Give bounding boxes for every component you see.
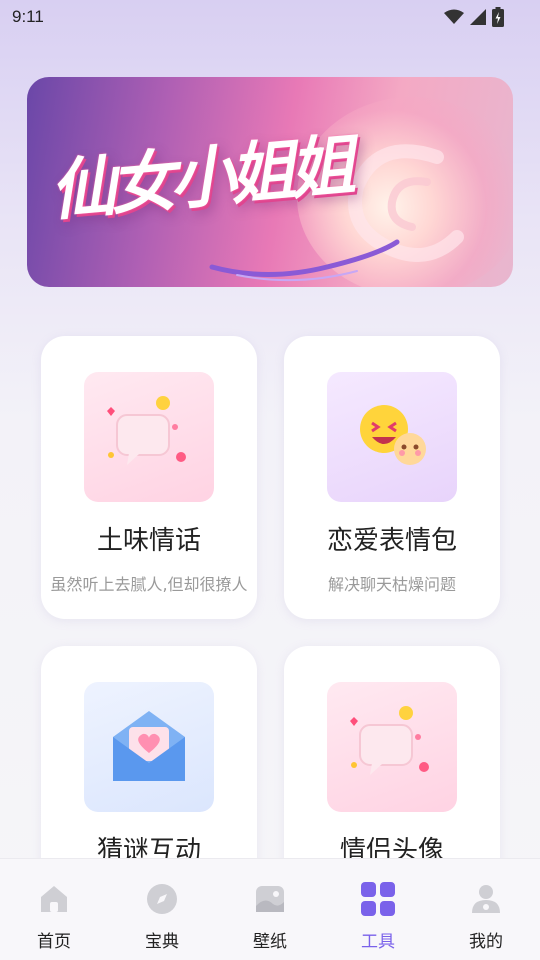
compass-icon <box>144 881 180 917</box>
banner-swirl <box>209 239 400 282</box>
card-title: 土味情话 <box>96 526 201 556</box>
signal-icon <box>470 9 486 25</box>
card-tuwei-qinghua[interactable]: 土味情话 虽然听上去腻人,但却很撩人 <box>41 336 257 619</box>
card-desc: 解决聊天枯燥问题 <box>327 575 456 594</box>
tab-label: 工具 <box>361 932 395 952</box>
wifi-icon <box>444 9 464 24</box>
home-icon <box>36 881 72 917</box>
chat-bubble-hearts-icon <box>327 682 457 812</box>
grid-icon <box>360 881 396 917</box>
tab-tools[interactable]: 工具 <box>324 859 432 960</box>
tab-wallpaper[interactable]: 壁纸 <box>216 859 324 960</box>
status-icons <box>444 7 504 27</box>
card-desc: 虽然听上去腻人,但却很撩人 <box>50 575 248 594</box>
heart-envelope-icon <box>84 682 214 812</box>
tab-label: 壁纸 <box>253 932 287 952</box>
card-title: 恋爱表情包 <box>326 526 457 556</box>
tab-mine[interactable]: 我的 <box>432 859 540 960</box>
tab-baodian[interactable]: 宝典 <box>108 859 216 960</box>
user-icon <box>468 881 504 917</box>
tab-home[interactable]: 首页 <box>0 859 108 960</box>
wallpaper-icon <box>252 881 288 917</box>
card-lianai-biaoqingbao[interactable]: 恋爱表情包 解决聊天枯燥问题 <box>284 336 500 619</box>
tab-label: 宝典 <box>145 932 179 952</box>
bottom-tab-bar: 首页 宝典 壁纸 工具 我的 <box>0 858 540 960</box>
chat-bubble-hearts-icon <box>84 372 214 502</box>
status-time: 9:11 <box>12 7 44 26</box>
tab-label: 我的 <box>469 932 503 952</box>
emoji-faces-icon <box>327 372 457 502</box>
banner[interactable]: 仙女小姐姐 <box>27 77 513 287</box>
battery-icon <box>492 7 504 27</box>
tab-label: 首页 <box>37 932 71 952</box>
status-bar: 9:11 <box>0 0 540 34</box>
